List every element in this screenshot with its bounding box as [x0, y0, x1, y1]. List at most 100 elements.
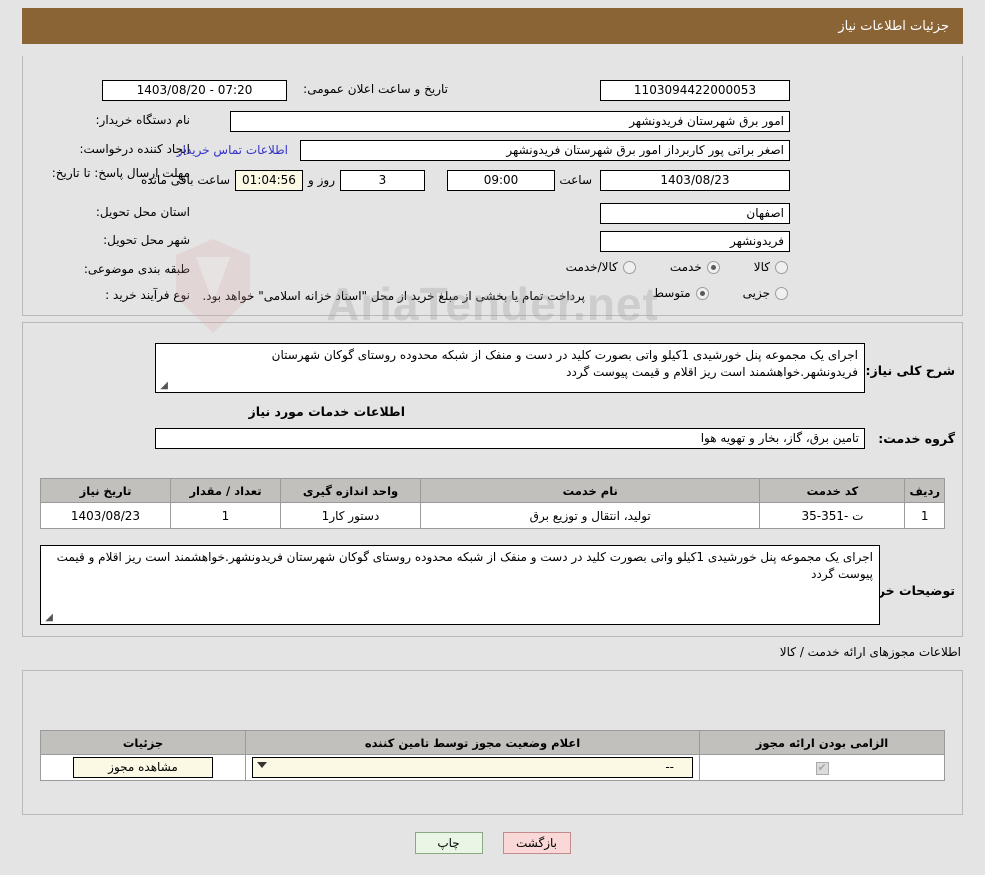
countdown-label: ساعت باقی مانده	[140, 173, 230, 187]
cell-date: 1403/08/23	[40, 502, 171, 529]
col-permit-required: الزامی بودن ارائه مجوز	[699, 730, 945, 755]
payment-note: پرداخت تمام یا بخشی از مبلغ خرید از محل …	[202, 289, 585, 303]
creator-field-wrap: اصغر براتی پور کاربرداز امور برق شهرستان…	[300, 140, 790, 161]
view-permit-button[interactable]: مشاهده مجوز	[73, 757, 213, 778]
radio-icon[interactable]	[695, 286, 709, 300]
classification-option-1[interactable]: خدمت	[670, 260, 720, 274]
col-quantity: تعداد / مقدار	[170, 478, 281, 503]
deadline-time-wrap: 09:00	[447, 170, 555, 191]
province-label: استان محل تحویل:	[95, 205, 190, 219]
services-table-header-row: ردیف کد خدمت نام خدمت واحد اندازه گیری ت…	[40, 478, 945, 503]
classification-radio-group: کالا خدمت کالا/خدمت	[566, 260, 788, 274]
general-need-text: اجرای یک مجموعه پنل خورشیدی 1کیلو واتی ب…	[271, 348, 858, 379]
radio-icon[interactable]	[706, 260, 720, 274]
buyer-notes-text: اجرای یک مجموعه پنل خورشیدی 1کیلو واتی ب…	[56, 550, 873, 581]
deadline-time-label: ساعت	[559, 173, 592, 187]
contact-link-wrap: اطلاعات تماس خریدار	[177, 143, 288, 157]
chevron-down-icon	[257, 762, 267, 768]
permit-status-select[interactable]: --	[252, 757, 693, 778]
footer-actions: بازگشت چاپ	[0, 832, 985, 854]
col-permit-status: اعلام وضعیت مجوز توسط تامین کننده	[245, 730, 700, 755]
classification-option-1-label: خدمت	[669, 260, 702, 274]
payment-note-wrap: پرداخت تمام یا بخشی از مبلغ خرید از محل …	[202, 289, 585, 303]
permit-required-checkbox	[815, 761, 829, 775]
days-label: روز و	[308, 173, 335, 187]
public-announce-label: تاریخ و ساعت اعلان عمومی:	[303, 82, 448, 96]
radio-icon[interactable]	[775, 260, 788, 274]
cell-permit-status: --	[245, 754, 700, 781]
province-field[interactable]: اصفهان	[600, 203, 790, 224]
col-index: ردیف	[904, 478, 945, 503]
buyer-org-field[interactable]: امور برق شهرستان فریدونشهر	[230, 111, 790, 132]
col-permit-details: جزئیات	[40, 730, 246, 755]
classification-option-2-label: کالا/خدمت	[565, 260, 618, 274]
province-label-wrap: استان محل تحویل:	[96, 205, 190, 219]
province-field-wrap: اصفهان	[600, 203, 790, 224]
cell-permit-required	[699, 754, 945, 781]
window-title-bar: جزئیات اطلاعات نیاز	[22, 8, 963, 44]
permits-table: الزامی بودن ارائه مجوز اعلام وضعیت مجوز …	[40, 730, 945, 781]
creator-label-wrap: ایجاد کننده درخواست:	[79, 142, 190, 156]
process-label-wrap: نوع فرآیند خرید :	[105, 288, 190, 302]
cell-permit-details: مشاهده مجوز	[40, 754, 246, 781]
cell-unit: دستور کار1	[280, 502, 421, 529]
table-row: -- مشاهده مجوز	[40, 754, 945, 781]
general-need-textarea[interactable]: اجرای یک مجموعه پنل خورشیدی 1کیلو واتی ب…	[155, 343, 865, 393]
radio-icon[interactable]	[622, 260, 636, 274]
creator-label: ایجاد کننده درخواست:	[79, 142, 190, 156]
need-number-field[interactable]: 1103094422000053	[600, 80, 790, 101]
buyer-org-label: نام دستگاه خریدار:	[95, 113, 191, 127]
countdown-timer: 01:04:56	[235, 170, 303, 191]
deadline-time-label-wrap: ساعت	[559, 173, 592, 187]
service-group-field[interactable]: تامین برق، گاز، بخار و تهویه هوا	[155, 428, 865, 449]
page-title: جزئیات اطلاعات نیاز	[838, 18, 949, 34]
need-number-field-wrap: 1103094422000053	[600, 80, 790, 101]
cell-index: 1	[904, 502, 945, 529]
public-announce-field[interactable]: 07:20 - 1403/08/20	[102, 80, 287, 101]
print-button[interactable]: چاپ	[414, 832, 483, 854]
public-announce-label-wrap: تاریخ و ساعت اعلان عمومی:	[303, 82, 448, 96]
process-option-0[interactable]: جزیی	[743, 286, 788, 300]
city-label: شهر محل تحویل:	[103, 233, 190, 247]
back-button[interactable]: بازگشت	[502, 832, 571, 854]
classification-option-0[interactable]: کالا	[754, 260, 788, 274]
page-root: AriaTender.net جزئیات اطلاعات نیاز شماره…	[0, 0, 985, 875]
services-table: ردیف کد خدمت نام خدمت واحد اندازه گیری ت…	[40, 478, 945, 529]
radio-icon[interactable]	[775, 286, 788, 300]
resize-grip-icon[interactable]: ◢	[158, 381, 168, 391]
deadline-date-field[interactable]: 1403/08/23	[600, 170, 790, 191]
deadline-time-field[interactable]: 09:00	[447, 170, 555, 191]
buyer-notes-textarea[interactable]: اجرای یک مجموعه پنل خورشیدی 1کیلو واتی ب…	[40, 545, 880, 625]
countdown-wrap: 01:04:56	[235, 170, 303, 191]
permits-table-header-row: الزامی بودن ارائه مجوز اعلام وضعیت مجوز …	[40, 730, 945, 755]
resize-grip-icon[interactable]: ◢	[43, 613, 53, 623]
classification-label: طبقه بندی موضوعی:	[83, 262, 190, 276]
buyer-contact-link[interactable]: اطلاعات تماس خریدار	[177, 143, 288, 157]
col-unit: واحد اندازه گیری	[280, 478, 421, 503]
classification-option-0-label: کالا	[753, 260, 770, 274]
permit-status-value: --	[665, 760, 674, 774]
cell-quantity: 1	[170, 502, 281, 529]
process-option-1-label: متوسط	[652, 286, 691, 300]
process-label: نوع فرآیند خرید :	[105, 288, 190, 302]
city-field[interactable]: فریدونشهر	[600, 231, 790, 252]
days-remaining-wrap: 3	[340, 170, 425, 191]
creator-field[interactable]: اصغر براتی پور کاربرداز امور برق شهرستان…	[300, 140, 790, 161]
process-option-1[interactable]: متوسط	[653, 286, 709, 300]
city-label-wrap: شهر محل تحویل:	[103, 233, 190, 247]
classification-option-2[interactable]: کالا/خدمت	[566, 260, 636, 274]
service-group-field-wrap: تامین برق، گاز، بخار و تهویه هوا	[155, 428, 865, 449]
buyer-org-field-wrap: امور برق شهرستان فریدونشهر	[230, 111, 790, 132]
col-date: تاریخ نیاز	[40, 478, 171, 503]
general-need-label: شرح کلی نیاز:	[865, 363, 955, 378]
classification-label-wrap: طبقه بندی موضوعی:	[84, 262, 190, 276]
col-code: کد خدمت	[759, 478, 906, 503]
table-row: 1 ت -351-35 تولید، انتقال و توزیع برق دس…	[40, 502, 945, 529]
cell-code: ت -351-35	[759, 502, 906, 529]
cell-name: تولید، انتقال و توزیع برق	[419, 502, 761, 529]
deadline-date-wrap: 1403/08/23	[600, 170, 790, 191]
service-group-label: گروه خدمت:	[878, 431, 955, 446]
process-radio-group: جزیی متوسط	[653, 286, 788, 300]
permits-heading: اطلاعات مجوزهای ارائه خدمت / کالا	[779, 645, 961, 659]
days-remaining-field[interactable]: 3	[340, 170, 425, 191]
